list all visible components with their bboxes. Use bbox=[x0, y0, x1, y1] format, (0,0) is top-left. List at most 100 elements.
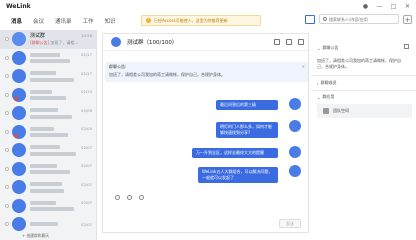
window-controls: ● — □ ✕ bbox=[361, 2, 412, 11]
divider bbox=[311, 90, 416, 91]
list-item[interactable]: 02/14 bbox=[0, 86, 96, 105]
avatar bbox=[111, 37, 121, 47]
tab-messages[interactable]: 消息 bbox=[11, 17, 22, 25]
select-checkbox[interactable] bbox=[5, 129, 9, 134]
emoji-icon[interactable] bbox=[115, 195, 120, 200]
phone-icon[interactable] bbox=[274, 39, 280, 45]
announcement-title: 群聊公告: bbox=[109, 64, 127, 69]
blurred-preview bbox=[30, 188, 64, 193]
blurred-name bbox=[30, 163, 57, 168]
avatar bbox=[289, 146, 301, 158]
avatar bbox=[289, 120, 301, 132]
select-checkbox[interactable] bbox=[5, 203, 9, 208]
conversation-time: 02/07 bbox=[81, 221, 92, 227]
select-checkbox[interactable] bbox=[5, 111, 9, 116]
conversation-time: 02/07 bbox=[81, 181, 92, 187]
message-bubble bbox=[218, 86, 278, 92]
apps-section-title[interactable]: ⌄ 群应用 bbox=[317, 94, 334, 100]
folder-icon[interactable] bbox=[139, 195, 144, 200]
blurred-name bbox=[30, 126, 54, 131]
blurred-name bbox=[30, 145, 60, 150]
create-group-link[interactable]: + 创建群和聊天 bbox=[0, 232, 97, 240]
announcement-section-title[interactable]: ⌄ 群聊公告 bbox=[317, 45, 338, 51]
list-item[interactable]: 02/09 bbox=[0, 104, 96, 123]
avatar bbox=[12, 180, 26, 195]
select-checkbox[interactable] bbox=[5, 55, 9, 60]
list-item[interactable]: 02/17 bbox=[0, 67, 96, 86]
list-item[interactable]: 02/07 bbox=[0, 215, 96, 234]
tab-contacts[interactable]: 通讯录 bbox=[55, 17, 72, 25]
select-checkbox[interactable] bbox=[5, 92, 9, 97]
search-box[interactable] bbox=[319, 14, 399, 24]
minimize-icon[interactable]: — bbox=[375, 2, 384, 11]
avatar bbox=[12, 161, 26, 176]
notice-banner[interactable]: ! 已经Access可能使人，这里为你推荐更新 bbox=[141, 15, 261, 26]
message-bubble: 万一升到全区，这样去最终大大的提醒 bbox=[192, 148, 278, 158]
avatar bbox=[12, 32, 26, 47]
blurred-preview bbox=[30, 114, 72, 119]
conversation-time: 02/07 bbox=[81, 144, 92, 150]
blurred-name bbox=[30, 222, 58, 227]
avatar-icon[interactable]: ● bbox=[361, 2, 370, 11]
tab-work[interactable]: 工作 bbox=[83, 17, 94, 25]
select-checkbox[interactable] bbox=[5, 37, 9, 42]
team-space-label: 团队空间 bbox=[333, 108, 349, 113]
list-item[interactable]: 02/17 bbox=[0, 49, 96, 68]
select-checkbox[interactable] bbox=[5, 222, 9, 227]
edit-icon[interactable] bbox=[404, 44, 409, 49]
conversation-name: 测试群 bbox=[30, 33, 46, 40]
select-checkbox[interactable] bbox=[5, 74, 9, 79]
chat-tools bbox=[274, 39, 304, 45]
send-button[interactable]: 发送 bbox=[279, 219, 301, 228]
divider bbox=[311, 75, 416, 76]
conversation-list: 测试群 10:58 [群聊公告] 加班了，请相... 02/17 02/17 0… bbox=[0, 30, 97, 240]
blurred-preview bbox=[30, 151, 76, 156]
welink-window: WeLink ● — □ ✕ 消息 会议 通讯录 工作 知识 ! 已经Acces… bbox=[0, 0, 416, 240]
conversation-time: 02/14 bbox=[81, 89, 92, 95]
tab-knowledge[interactable]: 知识 bbox=[105, 17, 116, 25]
message-bubble: WeLink五人大群组合，可以解决问题，一般就可以发起了 bbox=[198, 167, 278, 183]
attachment-icon[interactable] bbox=[127, 195, 132, 200]
list-item[interactable]: 02/07 bbox=[0, 141, 96, 160]
title-bar: WeLink ● — □ ✕ bbox=[0, 0, 416, 14]
members-section-title[interactable]: › 群聊成员 bbox=[317, 80, 337, 86]
list-item[interactable]: 02/07 bbox=[0, 160, 96, 179]
close-icon[interactable]: ✕ bbox=[302, 64, 305, 69]
chat-header: 测试群（100/100） bbox=[103, 34, 310, 51]
blurred-preview bbox=[30, 133, 68, 138]
blurred-name bbox=[30, 71, 56, 76]
close-icon[interactable]: ✕ bbox=[403, 2, 412, 11]
list-item[interactable]: 02/05 bbox=[0, 123, 96, 142]
screen-share-icon[interactable] bbox=[305, 14, 315, 24]
avatar bbox=[12, 198, 26, 213]
avatar bbox=[12, 143, 26, 158]
team-space-item[interactable]: 团队空间 bbox=[317, 104, 412, 118]
announcement-banner[interactable]: 群聊公告: 加班了，请相差公司我加的蒋工请做帐，保护自己，合规护身体。 ✕ bbox=[105, 62, 308, 82]
tab-meetings[interactable]: 会议 bbox=[33, 17, 44, 25]
conversation-time: 02/17 bbox=[81, 70, 92, 76]
more-icon[interactable] bbox=[298, 39, 304, 45]
search-input[interactable] bbox=[329, 16, 397, 22]
chevron-down-icon: ⌄ bbox=[317, 45, 321, 51]
select-checkbox[interactable] bbox=[5, 166, 9, 171]
list-item[interactable]: 02/07 bbox=[0, 197, 96, 216]
video-icon[interactable] bbox=[286, 39, 292, 45]
top-right-tools: + bbox=[305, 14, 412, 24]
conversation-time: 02/17 bbox=[81, 52, 92, 58]
chat-panel: 测试群（100/100） 群聊公告: 加班了，请相差公司我加的蒋工请做帐，保护自… bbox=[102, 33, 310, 233]
blurred-preview bbox=[30, 207, 74, 212]
blurred-preview bbox=[30, 96, 66, 101]
message-bubble: 明灯的门人那么多，如何才能够快速找到分享? bbox=[216, 122, 278, 138]
blurred-name bbox=[30, 89, 52, 94]
select-checkbox[interactable] bbox=[5, 148, 9, 153]
add-button[interactable]: + bbox=[403, 14, 412, 24]
avatar bbox=[12, 217, 26, 232]
message-bubble: 最后问答后的第三级 bbox=[216, 100, 278, 110]
announcement-body: 加班了，请相差公司我加的蒋工请做帐，保护自己，合规护身体。 bbox=[109, 72, 225, 77]
list-item[interactable]: 02/07 bbox=[0, 178, 96, 197]
list-item[interactable]: 测试群 10:58 [群聊公告] 加班了，请相... bbox=[0, 30, 96, 49]
unread-badge bbox=[14, 133, 18, 138]
blurred-name bbox=[30, 182, 62, 187]
select-checkbox[interactable] bbox=[5, 185, 9, 190]
maximize-icon[interactable]: □ bbox=[389, 2, 398, 11]
